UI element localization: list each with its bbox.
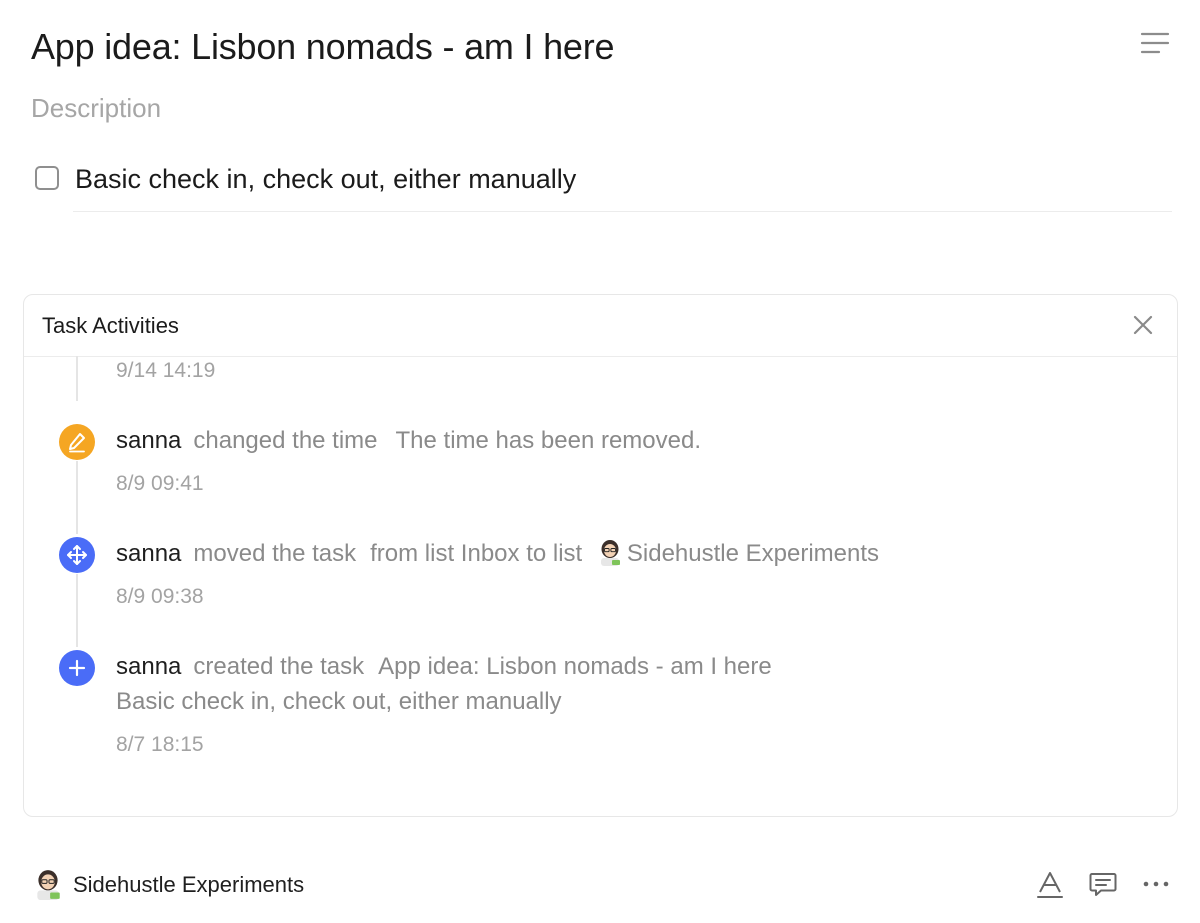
pencil-icon	[69, 433, 85, 453]
activity-list-name: Sidehustle Experiments	[626, 540, 880, 567]
activity-entry: sanna moved the task from list Inbox to li…	[116, 538, 879, 570]
activity-detail: from list Inbox to list	[370, 540, 583, 567]
activity-entry: sanna created the task App idea: Lisbon no…	[116, 651, 772, 683]
checklist-checkbox[interactable]	[35, 166, 59, 190]
activity-timestamp: 9/14 14:19	[116, 359, 216, 382]
close-activities-button[interactable]	[1131, 313, 1155, 337]
activity-user: sanna	[116, 653, 182, 680]
plus-icon	[68, 659, 86, 677]
activity-timestamp: 8/7 18:15	[116, 733, 204, 756]
activity-action: moved the task	[193, 540, 357, 567]
task-title[interactable]: App idea: Lisbon nomads - am I here	[31, 24, 615, 70]
activity-detail: App idea: Lisbon nomads - am I here	[378, 653, 772, 680]
text-format-button[interactable]	[1034, 868, 1066, 900]
timeline-connector	[76, 356, 78, 401]
text-format-icon	[1037, 872, 1063, 898]
activity-icon-edit	[59, 424, 95, 460]
outline-menu-button[interactable]	[1140, 30, 1170, 56]
timeline-connector	[76, 461, 78, 534]
more-icon	[1143, 881, 1169, 887]
activity-action: changed the time	[193, 427, 378, 454]
activity-timestamp: 8/9 09:38	[116, 585, 204, 608]
checklist-divider	[73, 211, 1172, 212]
description-field[interactable]: Description	[31, 92, 161, 124]
activity-detail-line2: Basic check in, check out, either manual…	[116, 688, 562, 715]
panel-header: Task Activities	[24, 295, 1177, 357]
activity-list-ref: Sidehustle Experiments	[597, 540, 879, 567]
activity-action: created the task	[193, 653, 365, 680]
comment-button[interactable]	[1087, 868, 1119, 900]
more-options-button[interactable]	[1140, 868, 1172, 900]
activity-icon-move	[59, 537, 95, 573]
activity-user: sanna	[116, 427, 182, 454]
woman-technologist-icon	[37, 870, 60, 900]
activity-timestamp: 8/9 09:41	[116, 472, 204, 495]
close-icon	[1133, 315, 1153, 335]
activity-entry: sanna changed the time The time has been r…	[116, 425, 701, 457]
activity-icon-create	[59, 650, 95, 686]
checklist-item-text[interactable]: Basic check in, check out, either manual…	[75, 161, 576, 197]
woman-technologist-icon	[600, 540, 620, 566]
timeline-connector	[76, 574, 78, 647]
activity-detail: The time has been removed.	[395, 427, 702, 454]
comment-icon	[1089, 873, 1117, 896]
move-arrows-icon	[67, 545, 87, 565]
task-activities-panel: Task Activities 9/14 14:19 sanna changed …	[23, 294, 1178, 817]
checklist-item: Basic check in, check out, either manual…	[35, 160, 1172, 212]
panel-title: Task Activities	[42, 313, 179, 338]
activity-user: sanna	[116, 540, 182, 567]
footer-list-name: Sidehustle Experiments	[73, 872, 305, 897]
menu-lines-icon	[1140, 32, 1170, 54]
